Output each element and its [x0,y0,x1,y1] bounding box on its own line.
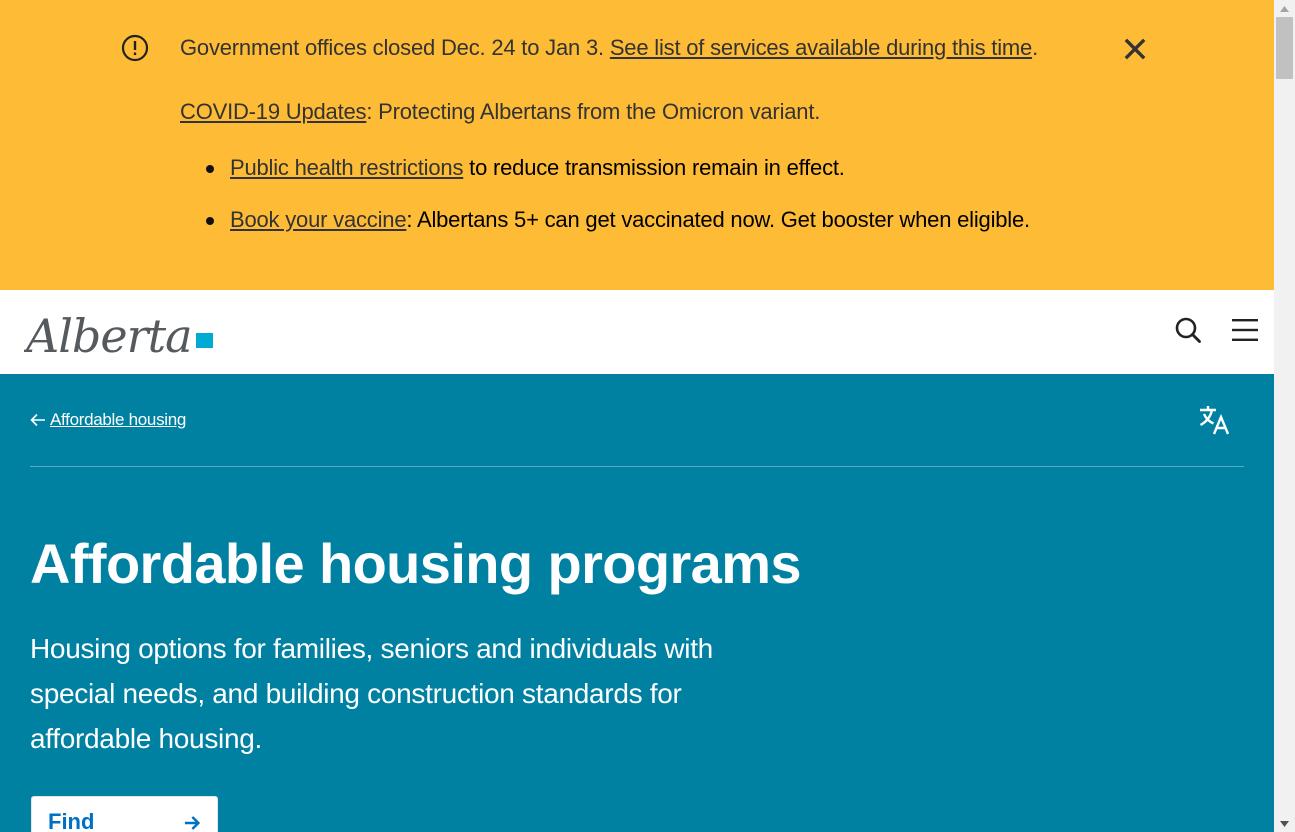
hero-section: Affordable housing Affordable housing pr… [0,374,1274,832]
bullet-text: : Albertans 5+ can get vaccinated now. G… [406,207,1030,232]
find-housing-label: Find housing [48,809,95,832]
arrow-left-icon [30,413,45,427]
alert-line-covid: COVID-19 Updates: Protecting Albertans f… [180,98,820,126]
breadcrumb-link[interactable]: Affordable housing [50,410,186,430]
exclamation-circle-icon [121,34,149,62]
alert-banner: Government offices closed Dec. 24 to Jan… [0,0,1274,290]
site-header: Alberta [0,290,1274,374]
scroll-up-arrow-icon[interactable] [1274,0,1295,17]
alberta-logo-text: Alberta [24,309,192,362]
divider [30,466,1244,467]
breadcrumb: Affordable housing [30,410,186,430]
arrow-right-icon [185,816,201,830]
services-list-link[interactable]: See list of services available during th… [610,35,1032,60]
bullet-text: to reduce transmission remain in effect. [463,155,845,180]
hamburger-menu-icon[interactable] [1230,317,1260,343]
alert-closure-period: . [1032,35,1038,60]
scrollbar[interactable] [1274,0,1295,832]
search-icon[interactable] [1174,316,1202,344]
covid-updates-link[interactable]: COVID-19 Updates [180,99,367,124]
alberta-logo[interactable]: Alberta [24,302,219,362]
translate-icon[interactable] [1198,404,1230,436]
scrollbar-thumb[interactable] [1276,17,1293,79]
alert-closure-text: Government offices closed Dec. 24 to Jan… [180,35,610,60]
public-health-restrictions-link[interactable]: Public health restrictions [230,155,463,180]
book-vaccine-link[interactable]: Book your vaccine [230,207,407,232]
alert-line-closures: Government offices closed Dec. 24 to Jan… [180,34,1038,62]
list-item: Book your vaccine: Albertans 5+ can get … [180,206,1030,234]
page-title: Affordable housing programs [30,532,802,595]
alert-bullet-list: Public health restrictions to reduce tra… [180,154,1030,234]
scroll-down-arrow-icon[interactable] [1274,815,1295,832]
bullet-icon [206,217,214,225]
bullet-icon [206,165,214,173]
list-item: Public health restrictions to reduce tra… [180,154,1030,182]
find-housing-button[interactable]: Find housing [31,796,218,832]
alert-covid-text: : Protecting Albertans from the Omicron … [366,99,821,124]
page-description: Housing options for families, seniors an… [30,633,713,754]
close-icon[interactable] [1122,36,1148,62]
